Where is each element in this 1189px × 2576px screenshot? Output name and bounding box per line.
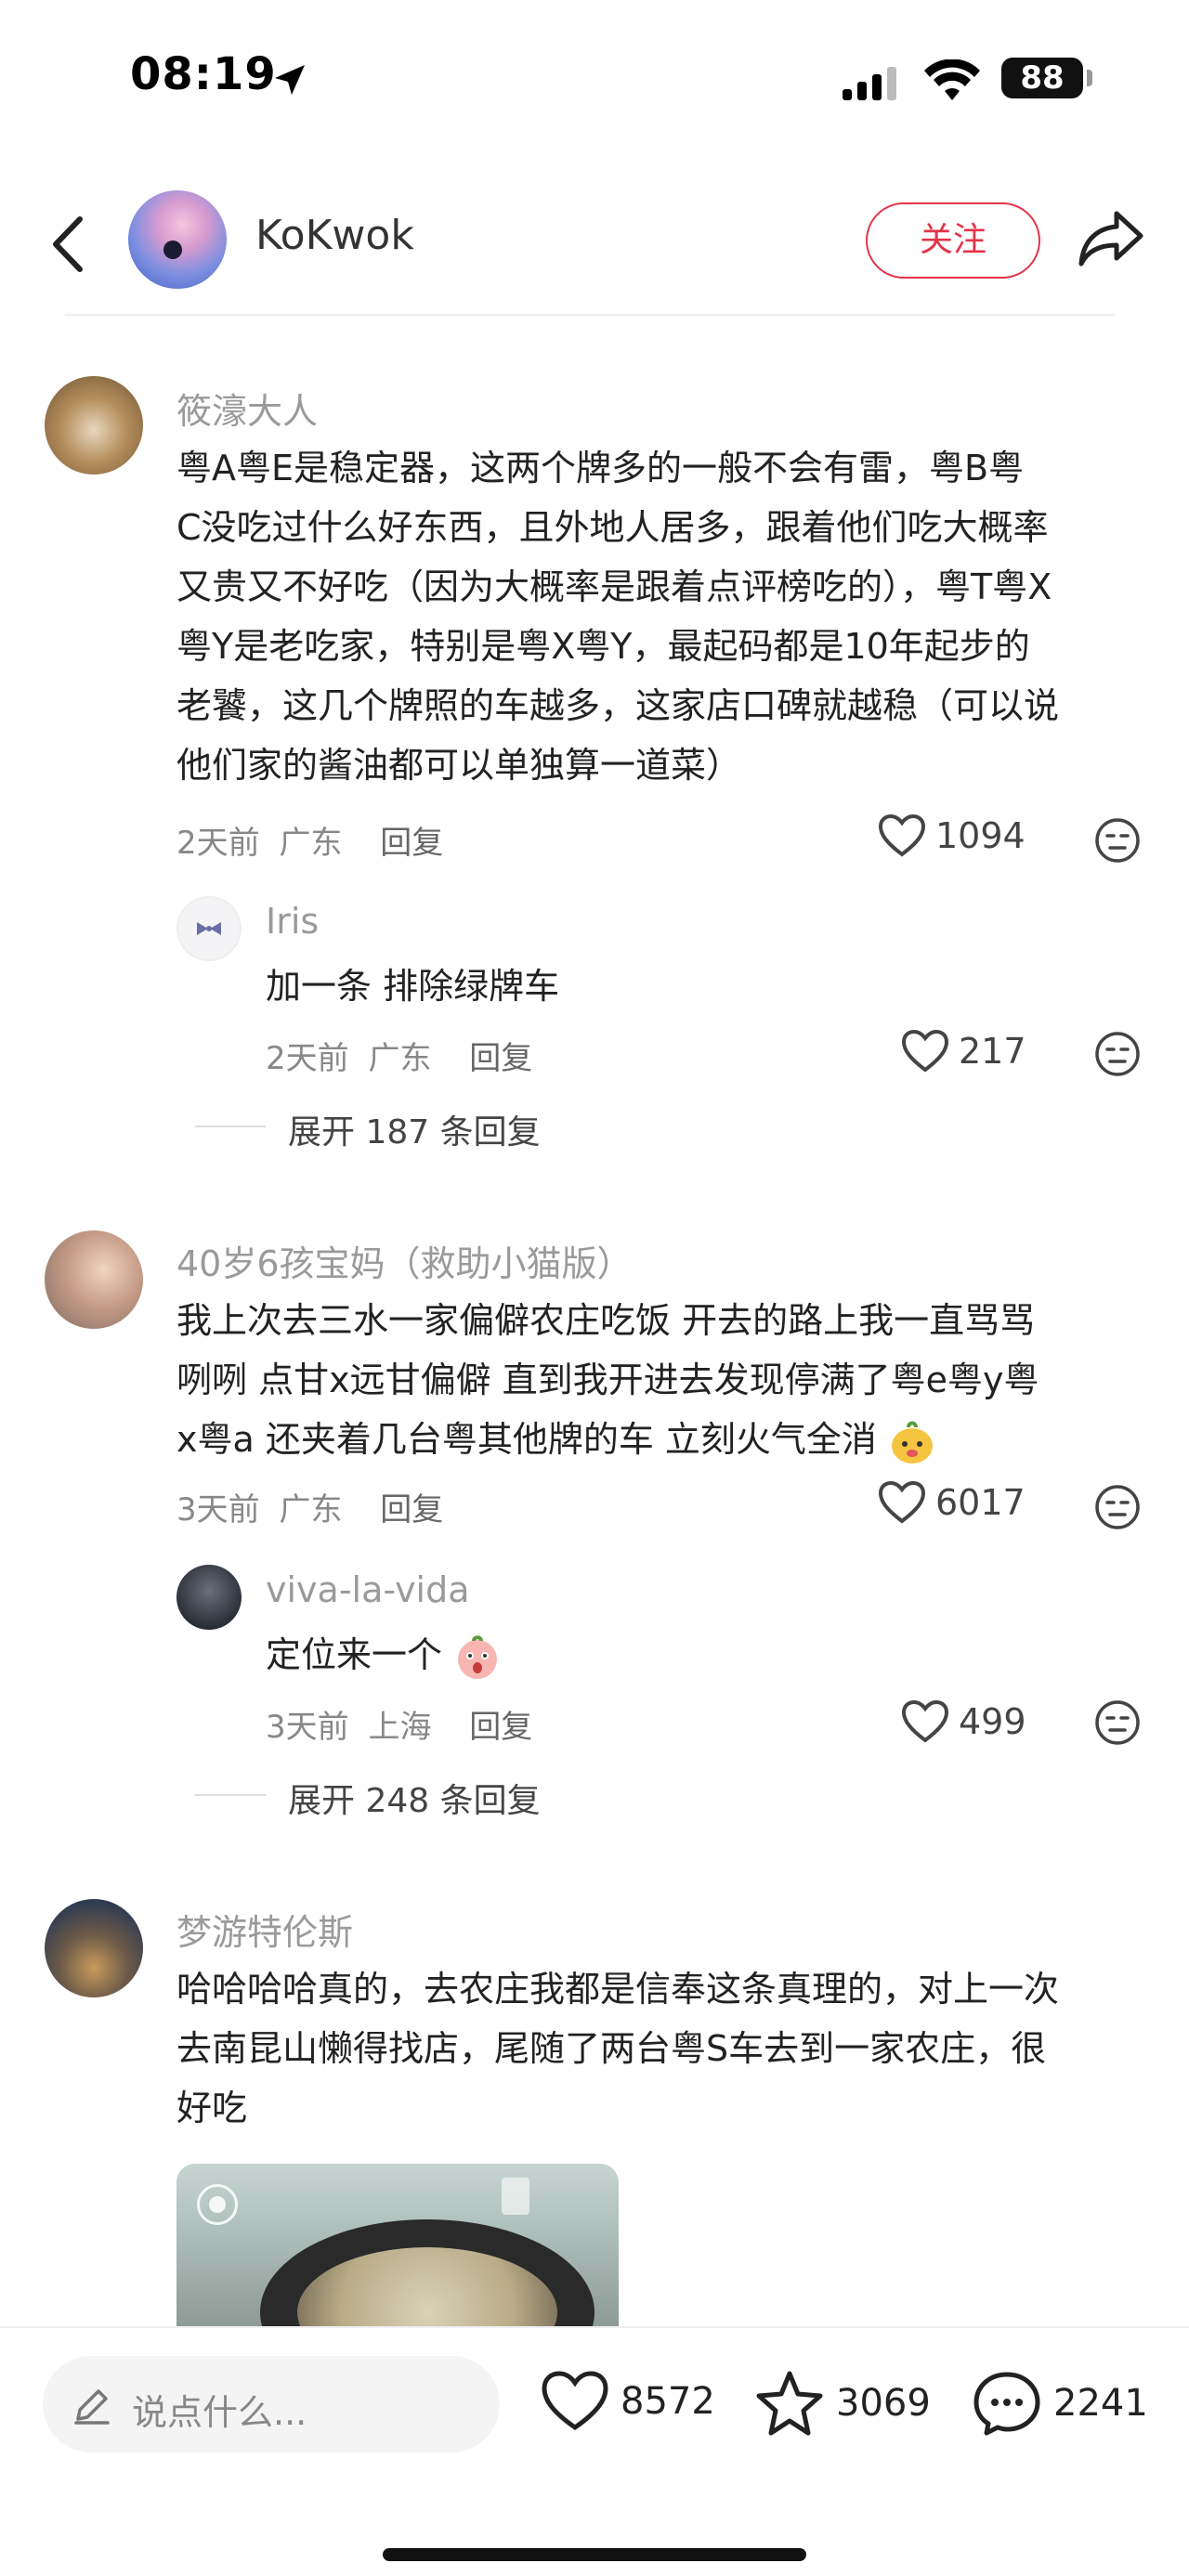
follow-button[interactable]: 关注 (866, 202, 1040, 279)
reply-button[interactable]: 回复 (380, 1491, 443, 1529)
author-name[interactable]: KoKwok (255, 212, 414, 259)
comment-line-wrap: x粤a 还夹着几台粤其他牌的车 立刻火气全消 (176, 1410, 1161, 1469)
reply-button[interactable]: 回复 (380, 825, 443, 862)
comment-author[interactable]: 梦游特伦斯 (176, 1904, 353, 1955)
commenter-avatar[interactable] (45, 1899, 143, 1997)
comment-line: 又贵又不好吃（因为大概率是跟着点评榜吃的），粤T粤X (176, 566, 1052, 607)
battery-indicator: 88 (1001, 58, 1083, 98)
expand-divider (195, 1125, 266, 1127)
star-icon (756, 2371, 823, 2436)
post-like-button[interactable]: 8572 (541, 2370, 715, 2433)
reply-author[interactable]: viva-la-vida (266, 1569, 470, 1610)
comment-time: 2天前 (176, 825, 260, 862)
like-button[interactable]: 217 (901, 1029, 1026, 1073)
comment-line: 我上次去三水一家偏僻农庄吃饭 开去的路上我一直骂骂 (176, 1300, 1036, 1341)
status-time: 08:19 (130, 48, 277, 100)
like-button[interactable]: 499 (901, 1699, 1026, 1744)
like-count: 499 (959, 1701, 1026, 1742)
photo-glass (502, 2178, 529, 2215)
comment-line: x粤a 还夹着几台粤其他牌的车 立刻火气全消 (176, 1419, 877, 1460)
share-icon[interactable] (1076, 206, 1146, 271)
reply-author[interactable]: Iris (266, 901, 319, 942)
comment-line: 咧咧 点甘x远甘偏僻 直到我开进去发现停满了粤e粤y粤 (176, 1360, 1039, 1400)
reply-body: 加一条 排除绿牌车 (266, 966, 560, 1007)
post-favorite-count: 3069 (836, 2382, 931, 2425)
heart-icon (901, 1029, 949, 1073)
dislike-face-icon[interactable] (1094, 817, 1141, 864)
comment-line: 粤A粤E是稳定器，这两个牌多的一般不会有雷，粤B粤 (176, 448, 1025, 488)
happy-face-emoji-icon (892, 1421, 934, 1464)
comment-line: 粤Y是老吃家，特别是粤X粤Y，最起码都是10年起步的 (176, 626, 1030, 667)
commenter-avatar[interactable] (45, 1230, 143, 1329)
bottom-bar: 说点什么... 8572 3069 2241 (0, 2326, 1189, 2576)
reply-meta: 2天前 广东 回复 (266, 1033, 532, 1078)
heart-icon (878, 1480, 926, 1524)
replier-avatar[interactable] (176, 1565, 242, 1630)
expand-divider (195, 1794, 266, 1796)
reply-location: 上海 (368, 1709, 432, 1746)
post-favorite-button[interactable]: 3069 (754, 2370, 931, 2437)
location-arrow-icon (275, 65, 305, 95)
comment-line: 去南昆山懒得找店，尾随了两台粤S车去到一家农庄，很 (176, 2028, 1047, 2069)
comment-line: 老饕，这几个牌照的车越多，这家店口碑就越稳（可以说 (176, 685, 1060, 726)
expand-replies-button[interactable]: 展开 248 条回复 (288, 1774, 541, 1822)
comment-input[interactable]: 说点什么... (43, 2356, 500, 2452)
like-button[interactable]: 6017 (878, 1480, 1026, 1525)
expand-replies-button[interactable]: 展开 187 条回复 (288, 1105, 541, 1153)
comment-location: 广东 (279, 825, 343, 862)
like-count: 6017 (935, 1482, 1026, 1523)
like-count: 217 (959, 1031, 1026, 1072)
dislike-face-icon[interactable] (1094, 1699, 1141, 1746)
status-bar: 08:19 88 (0, 0, 1189, 158)
pencil-icon (74, 2389, 110, 2425)
commenter-avatar[interactable] (45, 376, 143, 475)
reply-location: 广东 (368, 1040, 432, 1077)
heart-icon (878, 813, 926, 857)
reply-body: 定位来一个 (266, 1625, 1102, 1685)
comment-line: 他们家的酱油都可以单独算一道菜） (176, 745, 742, 786)
home-indicator (383, 2548, 806, 2561)
header-divider (65, 314, 1115, 316)
comment-line: C没吃过什么好东西，且外地人居多，跟着他们吃大概率 (176, 507, 1049, 548)
comment-line: 哈哈哈哈真的，去农庄我都是信奉这条真理的，对上一次 (176, 1969, 1060, 2010)
cellular-signal-icon (843, 67, 896, 100)
comment-meta: 3天前 广东 回复 (176, 1484, 443, 1529)
author-avatar[interactable] (128, 190, 227, 289)
wifi-icon (924, 59, 980, 100)
comment-line: 好吃 (176, 2088, 248, 2128)
dislike-face-icon[interactable] (1094, 1031, 1141, 1077)
post-comment-count: 2241 (1053, 2382, 1148, 2425)
reply-time: 3天前 (266, 1709, 349, 1746)
reply-text: 定位来一个 (266, 1634, 443, 1675)
comment-author[interactable]: 40岁6孩宝妈（救助小猫版） (176, 1235, 633, 1286)
like-count: 1094 (935, 815, 1026, 856)
shocked-face-emoji-icon (458, 1634, 498, 1679)
reply-time: 2天前 (266, 1040, 349, 1077)
comment-body: 粤A粤E是稳定器，这两个牌多的一般不会有雷，粤B粤 C没吃过什么好东西，且外地人… (176, 438, 1161, 795)
post-like-count: 8572 (621, 2380, 715, 2423)
heart-icon (542, 2371, 608, 2431)
reply-meta: 3天前 上海 回复 (266, 1701, 532, 1747)
dislike-face-icon[interactable] (1094, 1484, 1141, 1530)
reply-button[interactable]: 回复 (469, 1040, 532, 1077)
post-comment-button[interactable]: 2241 (972, 2370, 1148, 2437)
bow-icon (197, 922, 221, 935)
comment-photo[interactable] (176, 2164, 619, 2331)
replier-avatar[interactable] (176, 896, 242, 961)
comment-body: 哈哈哈哈真的，去农庄我都是信奉这条真理的，对上一次 去南昆山懒得找店，尾随了两台… (176, 1959, 1161, 2138)
comment-time: 3天前 (176, 1491, 260, 1529)
comment-body: 我上次去三水一家偏僻农庄吃饭 开去的路上我一直骂骂 咧咧 点甘x远甘偏僻 直到我… (176, 1291, 1161, 1469)
live-photo-icon (197, 2184, 238, 2225)
reply-button[interactable]: 回复 (469, 1709, 532, 1746)
heart-icon (901, 1699, 949, 1743)
battery-tip (1087, 70, 1092, 86)
back-arrow-icon[interactable] (45, 212, 91, 277)
comment-location: 广东 (279, 1491, 343, 1529)
comment-bubble-icon (973, 2372, 1040, 2436)
like-button[interactable]: 1094 (878, 813, 1026, 858)
comment-author[interactable]: 筱濠大人 (176, 383, 318, 434)
comment-input-placeholder: 说点什么... (132, 2392, 307, 2433)
comment-meta: 2天前 广东 回复 (176, 817, 443, 863)
